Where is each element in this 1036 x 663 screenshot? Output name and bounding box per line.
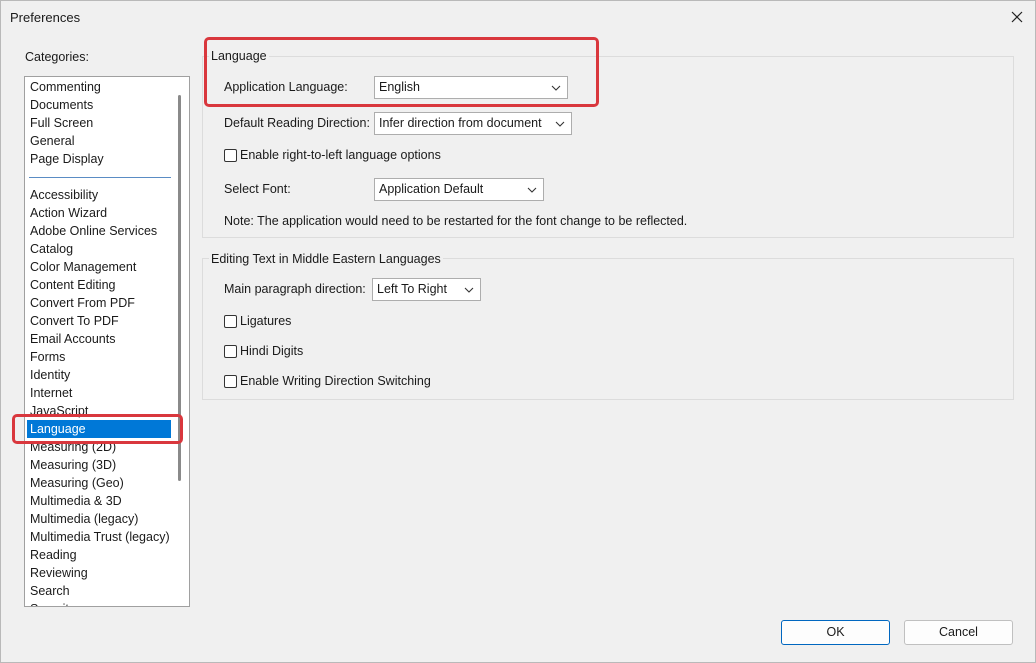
middle-eastern-group-title: Editing Text in Middle Eastern Languages	[209, 252, 443, 266]
hindi-digits-label: Hindi Digits	[240, 344, 304, 358]
category-item-convert-to-pdf[interactable]: Convert To PDF	[27, 312, 171, 330]
title-bar: Preferences	[1, 1, 1035, 33]
category-item-adobe-online-services[interactable]: Adobe Online Services	[27, 222, 171, 240]
category-item-page-display[interactable]: Page Display	[27, 150, 171, 168]
categories-label: Categories:	[25, 50, 89, 64]
writing-direction-checkbox-row[interactable]: Enable Writing Direction Switching	[224, 374, 431, 388]
preferences-window: Preferences Categories: SecuritySearchRe…	[0, 0, 1036, 663]
category-item-general[interactable]: General	[27, 132, 171, 150]
ligatures-checkbox[interactable]	[224, 314, 237, 328]
rtl-options-checkbox-row[interactable]: Enable right-to-left language options	[224, 148, 441, 162]
chevron-down-icon	[549, 77, 563, 98]
category-item-catalog[interactable]: Catalog	[27, 240, 171, 258]
category-item-reading[interactable]: Reading	[27, 546, 171, 564]
category-item-reviewing[interactable]: Reviewing	[27, 564, 171, 582]
category-item-action-wizard[interactable]: Action Wizard	[27, 204, 171, 222]
cancel-button[interactable]: Cancel	[904, 620, 1013, 645]
language-group-title: Language	[209, 49, 269, 63]
category-item-multimedia-legacy[interactable]: Multimedia (legacy)	[27, 510, 171, 528]
reading-direction-label: Default Reading Direction:	[224, 116, 370, 130]
categories-divider	[29, 177, 171, 178]
category-item-measuring-2d[interactable]: Measuring (2D)	[27, 438, 171, 456]
select-font-select[interactable]: Application Default	[374, 178, 544, 201]
application-language-value: English	[379, 80, 420, 94]
window-title: Preferences	[10, 10, 81, 25]
category-item-language[interactable]: Language	[27, 420, 171, 438]
close-button[interactable]	[1005, 5, 1029, 29]
ligatures-checkbox-row[interactable]: Ligatures	[224, 314, 291, 328]
paragraph-direction-label: Main paragraph direction:	[224, 282, 366, 296]
category-item-javascript[interactable]: JavaScript	[27, 402, 171, 420]
scrollbar-thumb[interactable]	[178, 95, 181, 481]
paragraph-direction-value: Left To Right	[377, 282, 447, 296]
category-item-color-management[interactable]: Color Management	[27, 258, 171, 276]
font-change-note: Note: The application would need to be r…	[224, 214, 688, 228]
application-language-select[interactable]: English	[374, 76, 568, 99]
rtl-options-label: Enable right-to-left language options	[240, 148, 441, 162]
reading-direction-value: Infer direction from document	[379, 116, 542, 130]
category-item-convert-from-pdf[interactable]: Convert From PDF	[27, 294, 171, 312]
category-item-multimedia-trust-legacy[interactable]: Multimedia Trust (legacy)	[27, 528, 171, 546]
categories-scrollbar[interactable]	[173, 77, 189, 606]
rtl-options-checkbox[interactable]	[224, 148, 237, 162]
chevron-down-icon	[462, 279, 476, 300]
chevron-down-icon	[525, 179, 539, 200]
writing-direction-label: Enable Writing Direction Switching	[240, 374, 431, 388]
ligatures-label: Ligatures	[240, 314, 292, 328]
ok-button[interactable]: OK	[781, 620, 890, 645]
category-item-multimedia-3d[interactable]: Multimedia & 3D	[27, 492, 171, 510]
category-item-measuring-3d[interactable]: Measuring (3D)	[27, 456, 171, 474]
select-font-value: Application Default	[379, 182, 484, 196]
categories-list[interactable]: SecuritySearchReviewingReadingMultimedia…	[24, 76, 190, 607]
category-item-search[interactable]: Search	[27, 582, 171, 600]
hindi-digits-checkbox[interactable]	[224, 344, 237, 358]
category-item-measuring-geo[interactable]: Measuring (Geo)	[27, 474, 171, 492]
select-font-label: Select Font:	[224, 182, 291, 196]
hindi-digits-checkbox-row[interactable]: Hindi Digits	[224, 344, 303, 358]
chevron-down-icon	[553, 113, 567, 134]
paragraph-direction-select[interactable]: Left To Right	[372, 278, 481, 301]
category-item-commenting[interactable]: Commenting	[27, 78, 171, 96]
writing-direction-checkbox[interactable]	[224, 374, 237, 388]
category-item-content-editing[interactable]: Content Editing	[27, 276, 171, 294]
category-item-identity[interactable]: Identity	[27, 366, 171, 384]
category-item-full-screen[interactable]: Full Screen	[27, 114, 171, 132]
category-item-internet[interactable]: Internet	[27, 384, 171, 402]
close-icon	[1011, 11, 1023, 23]
reading-direction-select[interactable]: Infer direction from document	[374, 112, 572, 135]
category-item-email-accounts[interactable]: Email Accounts	[27, 330, 171, 348]
category-item-forms[interactable]: Forms	[27, 348, 171, 366]
category-item-documents[interactable]: Documents	[27, 96, 171, 114]
category-item-accessibility[interactable]: Accessibility	[27, 186, 171, 204]
category-item-security[interactable]: Security	[27, 600, 171, 606]
application-language-label: Application Language:	[224, 80, 348, 94]
